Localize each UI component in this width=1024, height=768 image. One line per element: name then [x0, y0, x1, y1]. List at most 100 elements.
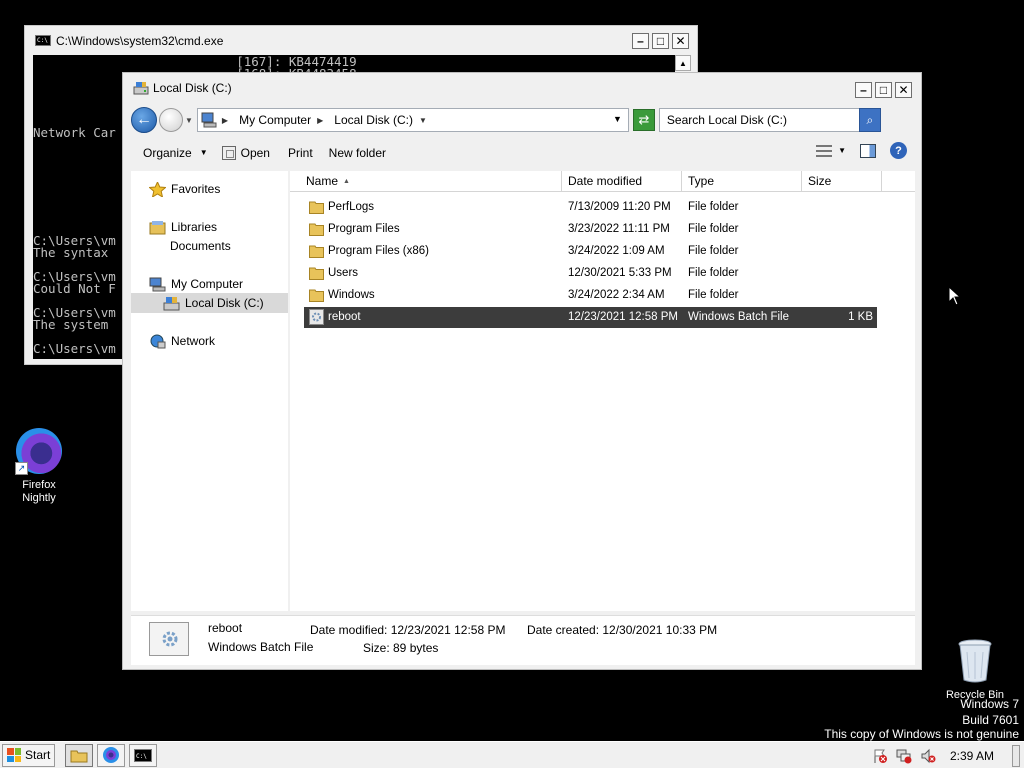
firefox-nightly-icon: [103, 747, 120, 763]
taskbar-explorer-button[interactable]: [65, 743, 94, 767]
file-type: File folder: [688, 289, 739, 301]
maximize-button[interactable]: □: [652, 33, 669, 49]
file-row[interactable]: Windows 3/24/2022 2:34 AM File folder: [304, 285, 877, 306]
watermark-build: Build 7601: [962, 713, 1019, 727]
column-label: Size: [808, 174, 832, 188]
watermark-genuine-notice: This copy of Windows is not genuine: [824, 727, 1019, 741]
nav-label: Network: [171, 334, 216, 348]
close-button[interactable]: ✕: [895, 82, 912, 98]
start-button[interactable]: Start: [2, 743, 56, 767]
file-name: Users: [328, 267, 359, 279]
windows-logo-icon: [7, 748, 21, 762]
file-row[interactable]: reboot 12/23/2021 12:58 PM Windows Batch F…: [304, 307, 877, 328]
column-label: Date modified: [568, 174, 643, 188]
refresh-button[interactable]: ⇄: [632, 109, 655, 131]
nav-label: My Computer: [171, 277, 244, 291]
file-size: 1 KB: [848, 311, 873, 323]
address-history-dropdown-icon[interactable]: ▼: [613, 114, 622, 124]
network-status-icon[interactable]: [896, 748, 912, 764]
scroll-up-arrow-icon[interactable]: ▲: [675, 55, 691, 71]
search-input[interactable]: Search Local Disk (C:) ⌕: [658, 108, 881, 132]
open-label: Open: [240, 145, 270, 160]
cmd-titlebar[interactable]: C:\Windows\system32\cmd.exe: [25, 26, 697, 55]
file-list[interactable]: Name ▲ Date modified Type Size PerfLogs 7/…: [290, 171, 915, 611]
console-line: The system: [33, 317, 116, 332]
desktop-icon-recycle-bin[interactable]: Recycle Bin: [944, 638, 1006, 702]
file-row[interactable]: PerfLogs 7/13/2009 11:20 PM File folder: [304, 197, 877, 218]
cmd-window-controls: – □ ✕: [632, 33, 689, 49]
print-button[interactable]: Print: [282, 142, 325, 164]
minimize-button[interactable]: –: [632, 33, 649, 49]
recent-pages-dropdown-icon[interactable]: ▼: [185, 116, 193, 125]
shortcut-arrow-icon: ↗: [15, 462, 28, 475]
details-pane: reboot Windows Batch File Date modified:…: [131, 615, 915, 665]
details-size: Size: 89 bytes: [363, 641, 439, 655]
explorer-window[interactable]: Local Disk (C:) – □ ✕ ← ▼ ▶ My Computer ▶…: [122, 72, 922, 670]
column-header-date[interactable]: Date modified: [562, 171, 682, 191]
maximize-button[interactable]: □: [875, 82, 892, 98]
drive-icon: [163, 296, 180, 310]
breadcrumb-label: My Computer: [239, 113, 312, 127]
change-view-icon[interactable]: [816, 144, 833, 157]
address-bar-row: ← ▼ ▶ My Computer ▶ Local Disk (C:) ▼ ▼ ⇄ …: [131, 105, 915, 135]
open-icon: [221, 145, 236, 160]
minimize-button[interactable]: –: [855, 82, 872, 98]
open-button[interactable]: Open: [220, 142, 282, 164]
navigation-pane[interactable]: Favorites Libraries Documents My Compute…: [131, 171, 288, 611]
file-type: File folder: [688, 223, 739, 235]
nav-network[interactable]: Network: [149, 331, 215, 351]
taskbar-clock[interactable]: 2:39 AM: [950, 749, 994, 763]
column-header-size[interactable]: Size: [802, 171, 882, 191]
taskbar-firefox-button[interactable]: [97, 743, 126, 767]
nav-local-disk[interactable]: Local Disk (C:): [131, 293, 288, 313]
address-box[interactable]: ▶ My Computer ▶ Local Disk (C:) ▼ ▼: [196, 108, 629, 132]
column-header-name[interactable]: Name ▲: [300, 171, 562, 191]
view-options-dropdown-icon[interactable]: ▼: [838, 146, 846, 155]
column-header-type[interactable]: Type: [682, 171, 802, 191]
breadcrumb-separator[interactable]: ▶: [222, 116, 233, 125]
help-icon[interactable]: ?: [890, 142, 907, 159]
desktop-icon-label: Firefox: [22, 479, 56, 491]
computer-icon: [149, 277, 166, 291]
new-folder-button[interactable]: New folder: [325, 142, 398, 164]
breadcrumb-my-computer[interactable]: My Computer ▶: [239, 113, 328, 127]
action-center-flag-icon[interactable]: [872, 748, 888, 764]
organize-button[interactable]: Organize ▼: [131, 142, 220, 164]
search-icon[interactable]: ⌕: [858, 108, 881, 132]
folder-icon: [309, 223, 324, 236]
nav-favorites[interactable]: Favorites: [149, 179, 220, 199]
file-row[interactable]: Program Files (x86) 3/24/2022 1:09 AM File…: [304, 241, 877, 262]
close-button[interactable]: ✕: [672, 33, 689, 49]
nav-documents[interactable]: Documents: [165, 236, 231, 256]
file-name: Program Files: [328, 223, 400, 235]
nav-my-computer[interactable]: My Computer: [149, 274, 243, 294]
file-date-modified: 3/23/2022 11:11 PM: [568, 223, 670, 235]
command-bar: Organize ▼ Open Print New folder ▼ ?: [131, 139, 915, 166]
folder-icon: [309, 245, 324, 258]
file-type: File folder: [688, 267, 739, 279]
explorer-titlebar[interactable]: Local Disk (C:) – □ ✕: [123, 73, 921, 103]
batch-file-icon: [309, 309, 324, 325]
file-type: File folder: [688, 201, 739, 213]
show-desktop-button[interactable]: [1012, 744, 1020, 767]
column-label: Name: [306, 174, 339, 188]
folder-icon: [309, 267, 324, 280]
file-date-modified: 3/24/2022 1:09 AM: [568, 245, 665, 257]
console-line: Could Not F: [33, 281, 116, 296]
cmd-app-icon: C:\: [134, 748, 153, 762]
file-row[interactable]: Program Files 3/23/2022 11:11 PM File fold…: [304, 219, 877, 240]
desktop-icon-firefox-nightly[interactable]: ↗ Firefox Nightly: [10, 428, 68, 505]
network-icon: [150, 334, 166, 348]
volume-muted-icon[interactable]: [920, 748, 936, 764]
nav-libraries[interactable]: Libraries: [149, 217, 217, 237]
preview-pane-icon[interactable]: [860, 143, 876, 158]
column-header-spare: [882, 171, 914, 191]
file-row[interactable]: Users 12/30/2021 5:33 PM File folder: [304, 263, 877, 284]
console-line: The syntax: [33, 245, 116, 260]
file-type: Windows Batch File: [688, 311, 789, 323]
taskbar-cmd-button[interactable]: C:\: [129, 743, 158, 767]
breadcrumb-local-disk[interactable]: Local Disk (C:) ▼: [334, 113, 432, 127]
forward-button[interactable]: [159, 108, 183, 132]
back-button[interactable]: ←: [131, 107, 157, 133]
organize-label: Organize: [143, 145, 192, 160]
